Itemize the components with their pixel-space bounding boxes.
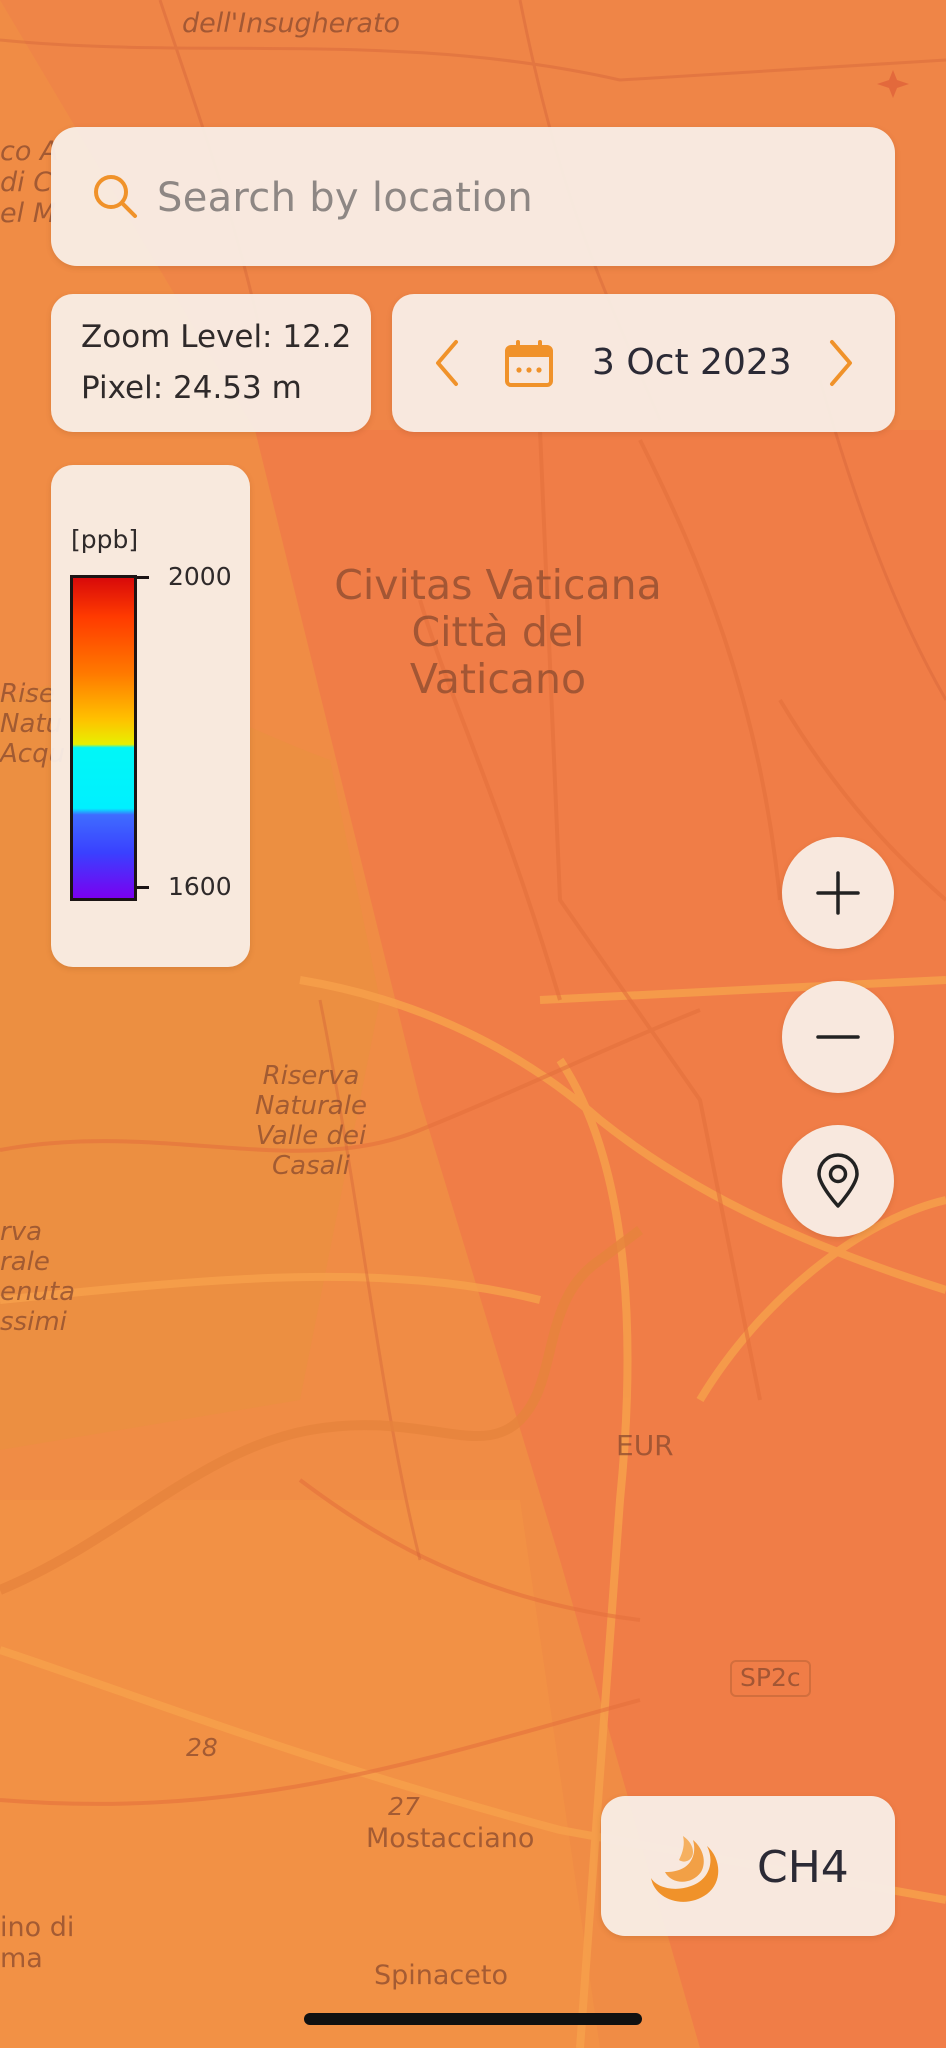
- map-info-panel: Zoom Level: 12.2 Pixel: 24.53 m: [51, 294, 371, 432]
- legend-unit: [ppb]: [71, 525, 139, 554]
- gas-label: CH4: [757, 1842, 849, 1893]
- color-scale-legend: [ppb] 2000 1600: [51, 465, 250, 967]
- map-label-mostacciano: Mostacciano: [366, 1823, 535, 1854]
- color-scale-bar: [70, 575, 137, 901]
- legend-tick-max: [137, 576, 149, 579]
- search-icon: [94, 175, 137, 218]
- map-label-bottom-left: ino di ma: [0, 1912, 75, 1975]
- location-pin-icon: [817, 1153, 859, 1208]
- date-label[interactable]: 3 Oct 2023: [592, 342, 792, 383]
- my-location-button[interactable]: [782, 1125, 894, 1237]
- chevron-left-icon[interactable]: [432, 338, 462, 388]
- pixel-size-text: Pixel: 24.53 m: [81, 370, 302, 406]
- search-bar[interactable]: Search by location: [51, 127, 895, 266]
- zoom-level-text: Zoom Level: 12.2: [81, 319, 352, 355]
- map-label-sp2c: SP2c: [730, 1660, 811, 1697]
- date-selector: 3 Oct 2023: [392, 294, 895, 432]
- map-label-riserva-valle-dei-casali: Riserva Naturale Valle dei Casali: [255, 1061, 367, 1181]
- map-label-vatican: Civitas Vaticana Città del Vaticano: [334, 561, 662, 704]
- legend-min-label: 1600: [168, 872, 232, 901]
- legend-tick-min: [137, 886, 149, 889]
- calendar-icon[interactable]: [504, 340, 554, 388]
- map-label-eur: EUR: [616, 1429, 674, 1462]
- map-label-insugherato: dell'Insugherato: [182, 8, 401, 39]
- minus-icon: [816, 1035, 860, 1039]
- home-indicator[interactable]: [304, 2013, 642, 2025]
- search-input[interactable]: Search by location: [157, 175, 533, 221]
- map-label-riserva-tenuta: rva rale enuta ssimi: [0, 1217, 76, 1337]
- chevron-right-icon[interactable]: [826, 338, 856, 388]
- zoom-in-button[interactable]: [782, 837, 894, 949]
- map-label-spinaceto: Spinaceto: [374, 1960, 508, 1991]
- plus-icon: [816, 871, 860, 915]
- legend-max-label: 2000: [168, 562, 232, 591]
- zoom-out-button[interactable]: [782, 981, 894, 1093]
- gas-logo-icon: [651, 1836, 719, 1902]
- map-label-road-27: 27: [388, 1792, 420, 1821]
- map-label-left-edge: co A di C el M: [0, 136, 59, 230]
- gas-selector-button[interactable]: CH4: [601, 1796, 895, 1936]
- map-label-road-28: 28: [186, 1733, 218, 1762]
